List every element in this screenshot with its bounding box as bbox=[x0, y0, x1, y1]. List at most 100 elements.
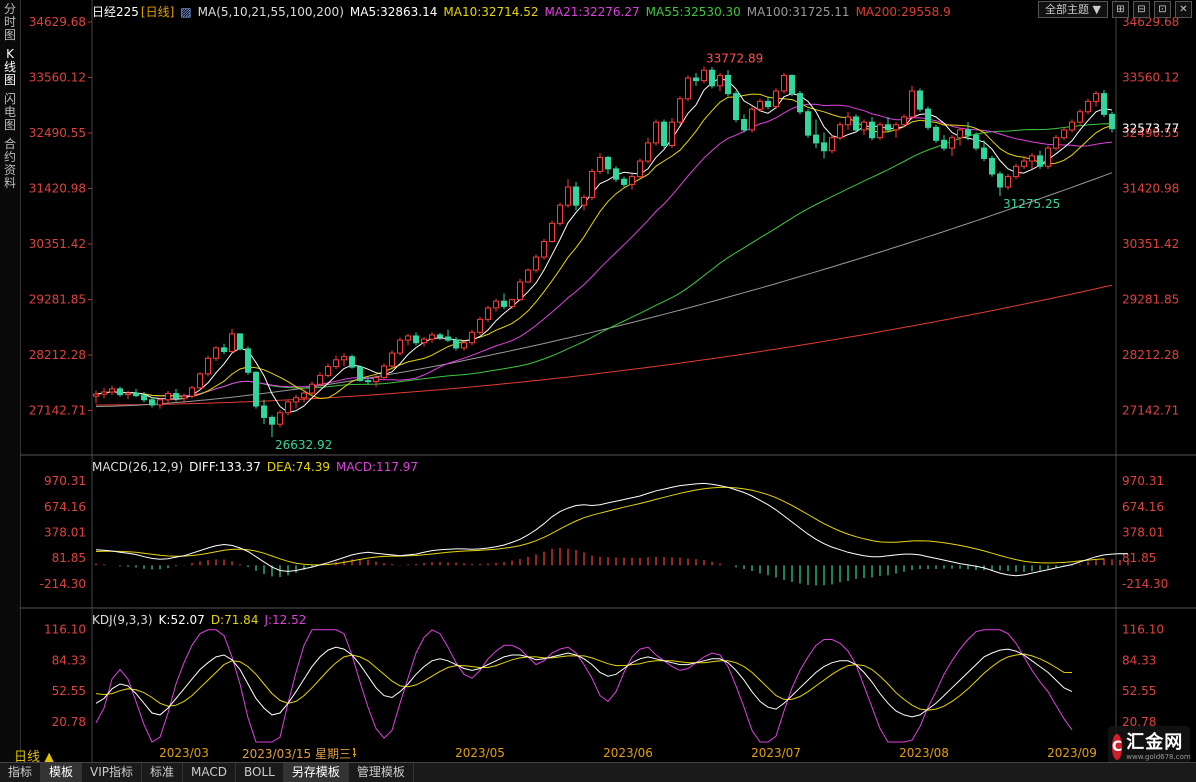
x-axis-label: 2023/07 bbox=[751, 746, 801, 760]
candle-body bbox=[221, 347, 227, 353]
bottom-tab[interactable]: MACD bbox=[183, 763, 237, 782]
candle-body bbox=[325, 366, 331, 376]
candle-body bbox=[301, 392, 307, 399]
date-tooltip: 2023/03/15 星期三 bbox=[240, 745, 353, 762]
candle-body bbox=[773, 90, 779, 108]
candle-body bbox=[125, 392, 131, 396]
candle-body bbox=[461, 342, 467, 349]
candle-body bbox=[357, 366, 363, 382]
chart-canvas[interactable]: 34629.68 34629.6833560.12 33560.1232490.55… bbox=[20, 0, 1196, 762]
candle-body bbox=[309, 383, 315, 394]
candle-body bbox=[1069, 121, 1075, 131]
candle-body bbox=[941, 139, 947, 149]
low-annotation-2: 31275.25 bbox=[1003, 197, 1060, 211]
bottom-tab[interactable]: 另存模板 bbox=[283, 763, 349, 782]
ma-indicator-icon[interactable]: ▨ bbox=[180, 5, 191, 19]
bottom-tab[interactable]: VIP指标 bbox=[82, 763, 143, 782]
candle-body bbox=[437, 334, 443, 338]
close-icon[interactable]: ✕ bbox=[1175, 1, 1192, 18]
logo-mark-icon: C bbox=[1112, 734, 1123, 760]
candle-body bbox=[893, 124, 899, 131]
sidebar-tab-2[interactable]: 闪电图 bbox=[0, 90, 20, 135]
last-price-label: 32573.77 bbox=[1122, 122, 1179, 136]
candle-body bbox=[285, 401, 291, 414]
candle-body bbox=[197, 373, 203, 389]
window-btn-2-icon[interactable]: ⊟ bbox=[1133, 1, 1150, 18]
candle-body bbox=[845, 116, 851, 126]
candle-body bbox=[973, 134, 979, 149]
ma-value-label: MA21:32276.27 bbox=[544, 5, 640, 19]
macd-y-tick-left: 81.85 bbox=[52, 551, 86, 565]
candle-body bbox=[1109, 113, 1115, 130]
macd-diff-line bbox=[95, 482, 1129, 577]
y-tick-label-left: 32490.55 bbox=[29, 126, 86, 140]
candle-body bbox=[349, 356, 355, 368]
sidebar-tab-0[interactable]: 分时图 bbox=[0, 0, 20, 45]
candle-body bbox=[101, 391, 107, 395]
candle-body bbox=[701, 69, 707, 82]
y-tick-label-left: 34629.68 bbox=[29, 15, 86, 29]
sidebar-tab-3[interactable]: 合约资料 bbox=[0, 135, 20, 193]
kdj-y-tick-left: 20.78 bbox=[52, 715, 86, 729]
candle-body bbox=[341, 356, 347, 361]
macd-header: MACD(26,12,9) DIFF:133.37 DEA:74.39 MACD:11… bbox=[92, 460, 424, 474]
candle-body bbox=[1005, 176, 1011, 188]
candle-body bbox=[477, 318, 483, 333]
candle-body bbox=[165, 393, 171, 401]
bottom-tab[interactable]: 指标 bbox=[0, 763, 42, 782]
ma-value-label: MA5:32863.14 bbox=[349, 5, 438, 19]
y-tick-label-left: 29281.85 bbox=[29, 293, 86, 307]
sidebar-tab-1[interactable]: K线图 bbox=[0, 45, 20, 90]
candle-body bbox=[405, 335, 411, 341]
candle-body bbox=[1029, 155, 1035, 162]
window-btn-1-icon[interactable]: ⊞ bbox=[1112, 1, 1129, 18]
candle-body bbox=[757, 100, 763, 110]
macd-y-tick-right: 378.01 bbox=[1122, 526, 1164, 540]
macd-y-tick-left: 674.16 bbox=[44, 500, 86, 514]
bottom-tab[interactable]: 管理模板 bbox=[349, 763, 414, 782]
x-axis-label: 2023/09 bbox=[1047, 746, 1097, 760]
bottom-tab[interactable]: BOLL bbox=[236, 763, 284, 782]
candle-body bbox=[661, 121, 667, 146]
candle-body bbox=[789, 74, 795, 95]
candle-body bbox=[93, 393, 99, 397]
window-btn-3-icon[interactable]: ⊡ bbox=[1154, 1, 1171, 18]
kdj-d-line bbox=[95, 653, 1073, 711]
candle-body bbox=[173, 393, 179, 399]
candle-body bbox=[373, 376, 379, 383]
candle-body bbox=[1085, 100, 1091, 113]
macd-dea-line bbox=[95, 486, 1105, 566]
macd-y-tick-left: 970.31 bbox=[44, 474, 86, 488]
candle-body bbox=[741, 119, 747, 131]
candle-body bbox=[485, 307, 491, 320]
candle-body bbox=[269, 416, 275, 425]
kdj-title: KDJ(9,3,3) bbox=[92, 613, 153, 627]
macd-y-tick-left: 378.01 bbox=[44, 526, 86, 540]
candle-body bbox=[389, 352, 395, 367]
ma-value-label: MA10:32714.52 bbox=[443, 5, 539, 19]
candle-body bbox=[765, 100, 771, 108]
candle-body bbox=[901, 116, 907, 126]
y-tick-label-right: 31420.98 bbox=[1122, 182, 1179, 196]
bottom-tab[interactable]: 模板 bbox=[41, 763, 83, 782]
bottom-tab[interactable]: 标准 bbox=[142, 763, 184, 782]
candle-body bbox=[933, 126, 939, 141]
sidebar-tab-char: 料 bbox=[3, 176, 16, 190]
candle-body bbox=[797, 93, 803, 113]
ma200-line bbox=[96, 284, 1113, 406]
candle-body bbox=[293, 397, 299, 403]
candle-body bbox=[821, 142, 827, 152]
kdj-y-tick-right: 84.33 bbox=[1122, 653, 1156, 667]
kdj-k-label: K:52.07 bbox=[158, 613, 205, 627]
candle-body bbox=[541, 241, 547, 258]
macd-diff-label: DIFF:133.37 bbox=[189, 460, 261, 474]
theme-dropdown[interactable]: 全部主题 ▼ bbox=[1038, 1, 1108, 18]
candle-body bbox=[965, 129, 971, 136]
candle-body bbox=[1093, 93, 1099, 102]
candle-body bbox=[709, 69, 715, 87]
candle-body bbox=[445, 336, 451, 341]
candle-body bbox=[781, 74, 787, 92]
period-tag: [日线] bbox=[140, 5, 175, 19]
y-tick-label-right: 29281.85 bbox=[1122, 293, 1179, 307]
chart-area[interactable]: 34629.68 34629.68 33560.12 33560.12 32490.55… bbox=[20, 0, 1196, 762]
